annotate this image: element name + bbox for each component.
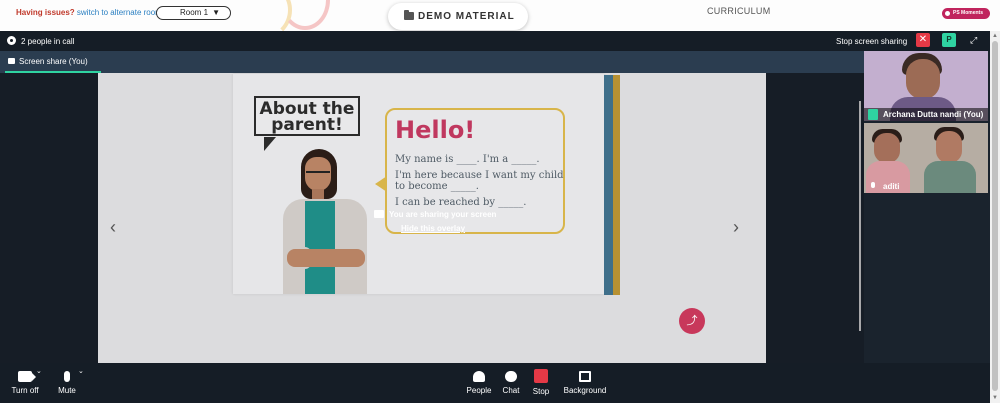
intro-line: I can be reached by _____.	[395, 197, 527, 208]
call-window: 2 people in call Stop screen sharing ✕ P…	[0, 31, 990, 403]
call-toolbar: Turn off ⌄ Mute ⌄ People Chat Stop Backg…	[0, 363, 990, 403]
chat-button[interactable]: Chat	[498, 363, 524, 403]
participant-face	[936, 131, 962, 163]
scroll-up-icon[interactable]: ▲	[992, 33, 998, 39]
people-count: 2 people in call	[21, 37, 75, 46]
speech-tail	[264, 137, 276, 151]
screen-share-icon	[374, 210, 384, 218]
app-root: Having issues? switch to alternate room …	[0, 0, 1000, 406]
presentation-slide: About the parent! Hello! My name is ____…	[233, 74, 620, 295]
issues-label: Having issues?	[16, 8, 75, 17]
folder-icon	[404, 10, 414, 20]
intro-line: My name is ____. I'm a _____.	[395, 154, 540, 165]
mic-icon	[64, 371, 70, 382]
parent-illustration	[277, 149, 377, 294]
chevron-left-icon[interactable]: ‹	[110, 218, 124, 236]
call-header: 2 people in call Stop screen sharing ✕ P…	[0, 31, 990, 51]
page-scrollbar[interactable]: ▲ ▼	[990, 31, 1000, 403]
people-icon	[473, 371, 485, 382]
stop-screen-sharing-label: Stop screen sharing	[836, 37, 908, 46]
camera-icon	[18, 371, 36, 382]
stop-label: Stop	[532, 387, 550, 396]
mic-active-icon	[868, 109, 878, 120]
chevron-down-icon[interactable]: ⌄	[78, 367, 84, 375]
slide-scrollbar[interactable]	[859, 101, 861, 331]
chevron-down-icon[interactable]: ⌄	[36, 367, 42, 375]
intro-lines: My name is ____. I'm a _____. I'm here b…	[395, 154, 565, 213]
gear-icon[interactable]	[7, 36, 16, 45]
participant-tile[interactable]: Archana Dutta nandi (You)	[864, 51, 988, 121]
hello-heading: Hello!	[395, 116, 476, 144]
chat-icon	[505, 371, 517, 382]
chat-label: Chat	[502, 386, 520, 395]
room-select-value: Room 1	[180, 8, 209, 17]
background-button[interactable]: Background	[560, 363, 610, 403]
alternate-room-link[interactable]: switch to alternate room	[77, 8, 162, 17]
people-button[interactable]: People	[464, 363, 494, 403]
participant-name: Archana Dutta nandi (You)	[883, 110, 984, 119]
moments-label: PS Moments	[953, 10, 984, 16]
turn-off-label: Turn off	[11, 386, 39, 395]
slide-accent-bar	[613, 75, 620, 295]
background-icon	[579, 371, 591, 382]
expand-icon[interactable]: ⤢	[970, 35, 980, 45]
close-icon: ✕	[918, 34, 928, 45]
slide-accent-bar	[604, 75, 613, 295]
glasses	[306, 171, 330, 176]
top-bar: Having issues? switch to alternate room …	[0, 0, 1000, 40]
participant-name: aditi	[883, 182, 900, 191]
scrollbar-thumb[interactable]	[992, 41, 998, 391]
stop-share-icon	[534, 369, 548, 383]
participant-tile[interactable]: aditi	[864, 123, 988, 193]
caret-down-icon: ▼	[212, 8, 220, 17]
hide-overlay-link[interactable]: Hide this overlay	[401, 224, 465, 233]
moments-button[interactable]: PS Moments	[942, 8, 990, 19]
sharing-text: You are sharing your screen	[389, 210, 497, 219]
curriculum-link[interactable]: CURRICULUM	[707, 6, 771, 16]
participant-name-bar: Archana Dutta nandi (You)	[864, 108, 988, 121]
participant-tiles: Archana Dutta nandi (You) aditi	[864, 51, 990, 201]
participant-face	[874, 133, 900, 163]
stop-sharing-toolbar-button[interactable]: Stop	[528, 363, 554, 403]
scroll-down-icon[interactable]: ▼	[992, 395, 998, 401]
issues-text: Having issues? switch to alternate room	[16, 8, 162, 17]
screen-share-stage: About the parent! Hello! My name is ____…	[0, 73, 864, 363]
about-parent-title: About the parent!	[254, 96, 360, 136]
people-label: People	[466, 386, 492, 395]
speech-tail	[375, 176, 387, 192]
demo-material-button[interactable]: DEMO MATERIAL	[388, 3, 528, 30]
intro-line: I'm here because I want my child to beco…	[395, 170, 564, 192]
participant-name-bar: aditi	[864, 180, 988, 193]
screen-share-icon	[8, 58, 15, 64]
mic-icon	[868, 181, 878, 192]
teal-top	[305, 201, 335, 294]
sharing-overlay-message: You are sharing your screen	[374, 210, 496, 219]
p-button[interactable]: P	[942, 33, 956, 47]
stop-sharing-button[interactable]: ✕	[916, 33, 930, 47]
tab-bar: Screen share (You) ···	[0, 51, 864, 83]
room-select[interactable]: Room 1 ▼	[156, 6, 231, 20]
share-button[interactable]: ⤴	[679, 308, 705, 334]
crossed-arms	[287, 249, 365, 267]
tab-screen-share[interactable]: Screen share (You) ···	[5, 53, 101, 83]
participant-face	[906, 59, 940, 99]
share-icon: ⤴	[686, 315, 698, 327]
demo-material-label: DEMO MATERIAL	[418, 11, 515, 22]
background-label: Background	[563, 386, 607, 395]
record-icon	[945, 11, 950, 16]
tab-label: Screen share (You)	[19, 57, 88, 66]
chevron-right-icon[interactable]: ›	[733, 218, 747, 236]
mute-label: Mute	[58, 386, 76, 395]
